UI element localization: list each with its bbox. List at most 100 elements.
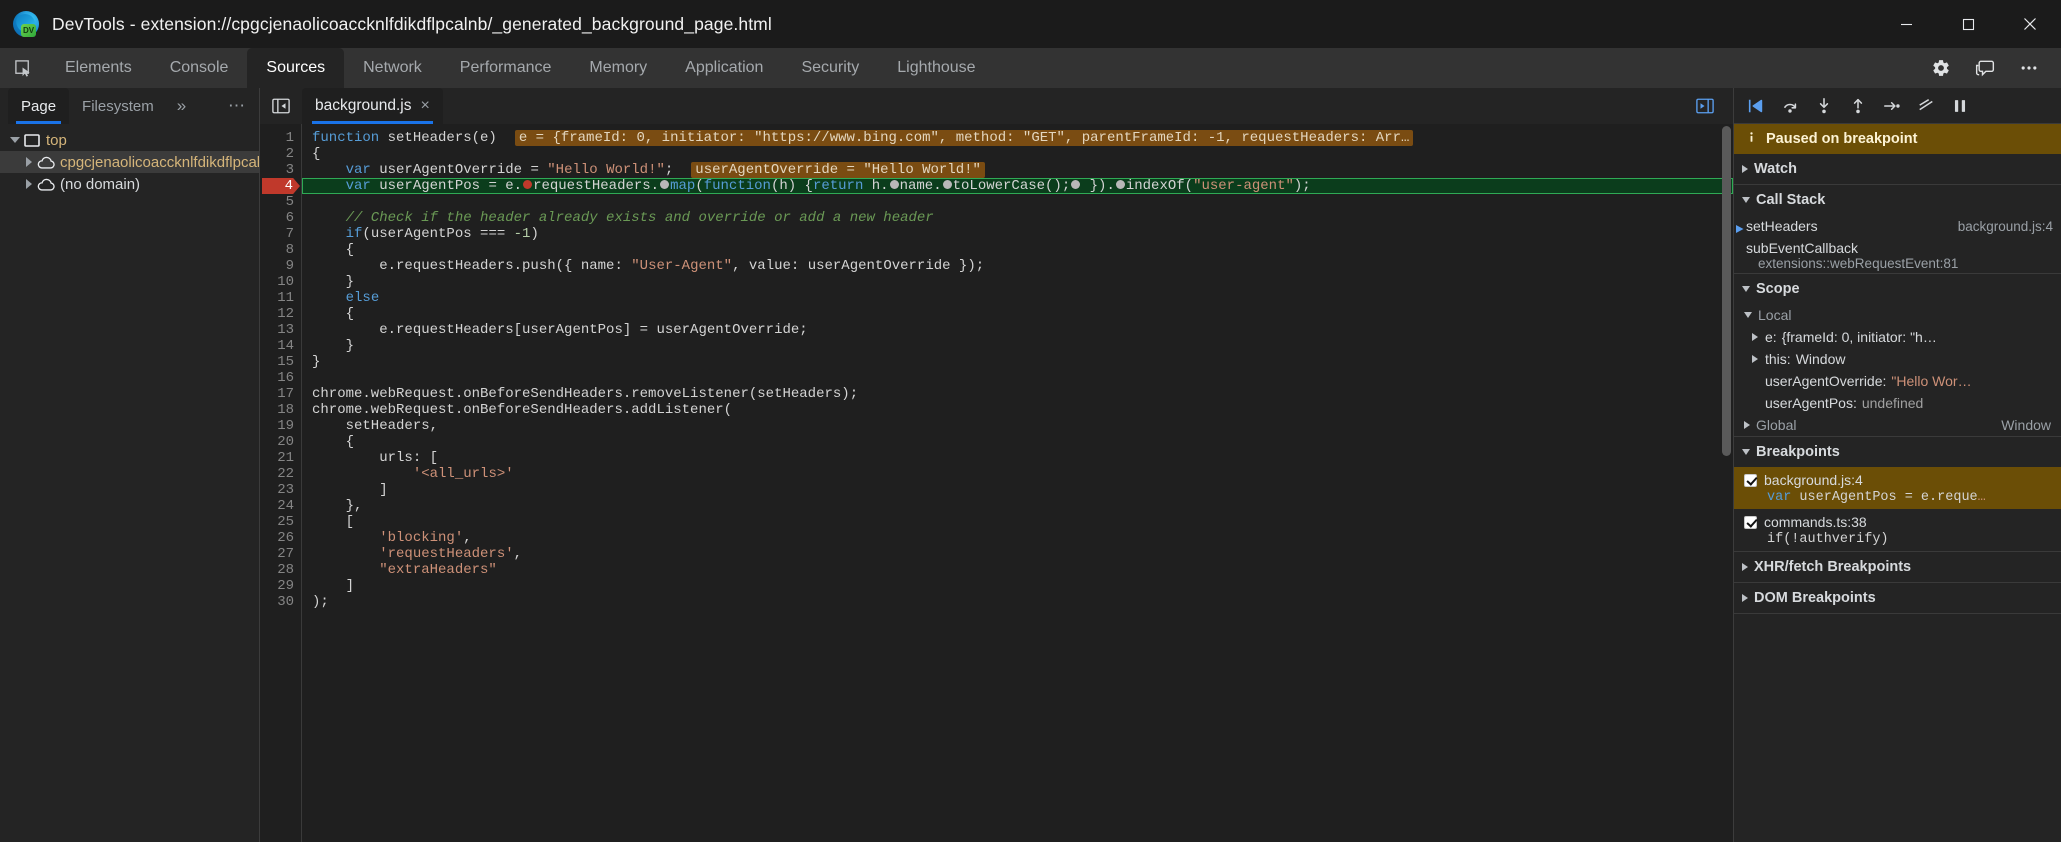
- code-line-4[interactable]: var userAgentPos = e. requestHeaders. map(…: [302, 178, 1733, 194]
- navigator-more-icon[interactable]: ⋯: [228, 88, 259, 124]
- scope-entry-useragentoverride[interactable]: userAgentOverride: "Hello Wor…: [1734, 370, 2061, 392]
- line-number-29[interactable]: 29: [260, 578, 301, 594]
- inspect-element-icon[interactable]: [0, 48, 46, 88]
- chevron-right-icon[interactable]: [22, 157, 36, 167]
- line-number-2[interactable]: 2: [260, 146, 301, 162]
- maximize-button[interactable]: [1937, 0, 1999, 48]
- line-number-17[interactable]: 17: [260, 386, 301, 402]
- line-number-5[interactable]: 5: [260, 194, 301, 210]
- breakpoint-item-background-js[interactable]: background.js:4 var userAgentPos = e.req…: [1734, 467, 2061, 509]
- scope-entry-this[interactable]: this: Window: [1734, 348, 2061, 370]
- section-call-stack[interactable]: Call Stack: [1734, 185, 2061, 215]
- code-line-3[interactable]: var userAgentOverride = "Hello World!"; u…: [302, 162, 1733, 178]
- tab-performance[interactable]: Performance: [441, 48, 571, 88]
- tab-elements[interactable]: Elements: [46, 48, 151, 88]
- navigator-overflow-icon[interactable]: »: [167, 88, 196, 124]
- step-into-icon[interactable]: [1808, 91, 1840, 121]
- code-line-12[interactable]: {: [302, 306, 1733, 322]
- code-line-22[interactable]: '<all_urls>': [302, 466, 1733, 482]
- inline-breakpoint-dot[interactable]: [1071, 179, 1081, 189]
- line-number-13[interactable]: 13: [260, 322, 301, 338]
- section-dom-breakpoints[interactable]: DOM Breakpoints: [1734, 583, 2061, 613]
- more-vertical-icon[interactable]: [2009, 48, 2049, 88]
- line-number-24[interactable]: 24: [260, 498, 301, 514]
- code-line-13[interactable]: e.requestHeaders[userAgentPos] = userAge…: [302, 322, 1733, 338]
- chevron-down-icon[interactable]: [8, 137, 22, 143]
- code-line-30[interactable]: );: [302, 594, 1733, 610]
- inline-breakpoint-dot[interactable]: [1115, 179, 1125, 189]
- tab-sources[interactable]: Sources: [247, 48, 345, 88]
- code-line-8[interactable]: {: [302, 242, 1733, 258]
- close-icon[interactable]: ×: [421, 98, 430, 114]
- tab-network[interactable]: Network: [344, 48, 441, 88]
- tab-console[interactable]: Console: [151, 48, 248, 88]
- line-number-19[interactable]: 19: [260, 418, 301, 434]
- line-number-14[interactable]: 14: [260, 338, 301, 354]
- line-number-28[interactable]: 28: [260, 562, 301, 578]
- line-number-7[interactable]: 7: [260, 226, 301, 242]
- call-stack-frame-current[interactable]: setHeaders background.js:4: [1734, 215, 2061, 237]
- scope-entry-useragentpos[interactable]: userAgentPos: undefined: [1734, 392, 2061, 414]
- line-number-20[interactable]: 20: [260, 434, 301, 450]
- line-number-22[interactable]: 22: [260, 466, 301, 482]
- code-line-27[interactable]: 'requestHeaders',: [302, 546, 1733, 562]
- feedback-icon[interactable]: [1965, 48, 2005, 88]
- line-number-18[interactable]: 18: [260, 402, 301, 418]
- close-button[interactable]: [1999, 0, 2061, 48]
- code-line-16[interactable]: [302, 370, 1733, 386]
- scope-global-group[interactable]: Global Window: [1734, 414, 2061, 436]
- code-line-1[interactable]: function setHeaders(e) e = {frameId: 0, i…: [302, 130, 1733, 146]
- tab-lighthouse[interactable]: Lighthouse: [878, 48, 994, 88]
- line-number-21[interactable]: 21: [260, 450, 301, 466]
- code-line-5[interactable]: [302, 194, 1733, 210]
- tab-memory[interactable]: Memory: [570, 48, 666, 88]
- line-number-25[interactable]: 25: [260, 514, 301, 530]
- tab-application[interactable]: Application: [666, 48, 782, 88]
- code-content[interactable]: function setHeaders(e) e = {frameId: 0, i…: [302, 124, 1733, 842]
- code-line-10[interactable]: }: [302, 274, 1733, 290]
- chevron-right-icon[interactable]: [1752, 333, 1758, 341]
- line-number-10[interactable]: 10: [260, 274, 301, 290]
- editor-file-tab-background-js[interactable]: background.js ×: [302, 88, 443, 124]
- breakpoint-checkbox[interactable]: [1744, 515, 1757, 529]
- line-number-3[interactable]: 3: [260, 162, 301, 178]
- code-editor[interactable]: 1 2 3 4 5 6 7 8 9 10 11 12 13 14 15 16 17 18 19 20 21 22 23 24 2…: [260, 124, 1733, 842]
- inline-breakpoint-dot[interactable]: [523, 179, 533, 189]
- section-scope[interactable]: Scope: [1734, 274, 2061, 304]
- navigator-tab-page[interactable]: Page: [8, 88, 70, 124]
- resume-script-icon[interactable]: [1740, 91, 1772, 121]
- section-xhr-breakpoints[interactable]: XHR/fetch Breakpoints: [1734, 552, 2061, 582]
- breakpoint-checkbox[interactable]: [1744, 473, 1757, 487]
- deactivate-breakpoints-icon[interactable]: [1910, 91, 1942, 121]
- code-line-20[interactable]: {: [302, 434, 1733, 450]
- line-number-6[interactable]: 6: [260, 210, 301, 226]
- section-watch[interactable]: Watch: [1734, 154, 2061, 184]
- code-line-7[interactable]: if(userAgentPos === -1): [302, 226, 1733, 242]
- tree-node-top[interactable]: top: [0, 129, 259, 151]
- line-number-30[interactable]: 30: [260, 594, 301, 610]
- breakpoint-item-commands-ts[interactable]: commands.ts:38 if(!authverify): [1734, 509, 2061, 551]
- code-line-21[interactable]: urls: [: [302, 450, 1733, 466]
- gear-icon[interactable]: [1921, 48, 1961, 88]
- pause-on-exceptions-icon[interactable]: [1944, 91, 1976, 121]
- line-number-1[interactable]: 1: [260, 130, 301, 146]
- chevron-right-icon[interactable]: [22, 179, 36, 189]
- editor-scrollbar[interactable]: [1722, 126, 1731, 456]
- line-number-27[interactable]: 27: [260, 546, 301, 562]
- call-stack-frame[interactable]: subEventCallback extensions::webRequestE…: [1734, 237, 2061, 273]
- code-line-25[interactable]: [: [302, 514, 1733, 530]
- code-line-17[interactable]: chrome.webRequest.onBeforeSendHeaders.re…: [302, 386, 1733, 402]
- code-line-23[interactable]: ]: [302, 482, 1733, 498]
- tree-node-extension[interactable]: cpgcjenaolicoaccknlfdikdflpcalnb: [0, 151, 259, 173]
- code-line-14[interactable]: }: [302, 338, 1733, 354]
- show-navigator-icon[interactable]: [260, 88, 302, 124]
- code-line-26[interactable]: 'blocking',: [302, 530, 1733, 546]
- breakpoint-marker-line-4[interactable]: 4: [262, 178, 300, 194]
- line-number-9[interactable]: 9: [260, 258, 301, 274]
- line-number-26[interactable]: 26: [260, 530, 301, 546]
- code-line-2[interactable]: {: [302, 146, 1733, 162]
- code-line-28[interactable]: "extraHeaders": [302, 562, 1733, 578]
- chevron-right-icon[interactable]: [1744, 421, 1750, 429]
- code-line-29[interactable]: ]: [302, 578, 1733, 594]
- scope-entry-e[interactable]: e: {frameId: 0, initiator: "h…: [1734, 326, 2061, 348]
